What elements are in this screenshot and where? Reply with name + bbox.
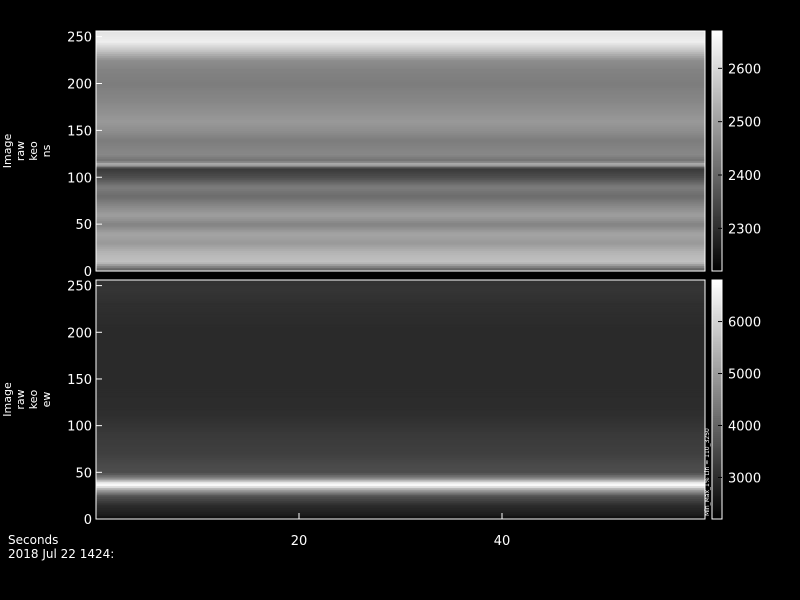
ns-y-label-line: Image: [1, 134, 14, 169]
ns-y-tick-label: 100: [67, 171, 92, 186]
ew-colorbar-tick-label: 5000: [728, 368, 761, 383]
ns-heatmap-image: [96, 31, 705, 272]
ew-y-tick-label: 150: [67, 373, 92, 388]
ns-y-tick-label: 200: [67, 78, 92, 93]
date-stamp: 2018 Jul 22 1424:: [8, 547, 114, 561]
ew-y-label-line: Image: [1, 382, 14, 417]
ns-colorbar-tick-label: 2600: [728, 62, 761, 77]
ew-y-label-line: raw: [14, 389, 27, 409]
ew-y-label-line: keo: [27, 389, 40, 409]
ew-colorbar-tick-label: 6000: [728, 316, 761, 331]
ew-colorbar-tick-label: 3000: [728, 471, 761, 486]
ns-y-label-line: raw: [14, 141, 27, 161]
ew-y-tick-label: 200: [67, 326, 92, 341]
ew-heatmap-image: [96, 280, 705, 520]
ns-colorbar-tick-label: 2300: [728, 222, 761, 237]
ns-y-tick-label: 0: [84, 265, 92, 280]
keogram-figure: 050100150200250 Image raw keo ns 2300240025…: [0, 0, 800, 600]
ns-colorbar-tick-label: 2500: [728, 116, 761, 131]
ew-keogram-panel: 0 50 100 150 200 250 Image raw keo ew 3000 4000 50…: [1, 279, 761, 549]
x-tick-label: 20: [291, 534, 308, 549]
ns-y-tick-label: 50: [75, 218, 92, 233]
ew-y-tick-label: 100: [67, 420, 92, 435]
ew-y-tick-label: 50: [75, 466, 92, 481]
ns-y-label-line: keo: [27, 141, 40, 161]
ns-colorbar-tick-label: 2400: [728, 169, 761, 184]
ew-y-tick-label: 250: [67, 280, 92, 295]
ew-y-label-line: ew: [40, 392, 53, 408]
ew-colorbar-tick-label: 4000: [728, 419, 761, 434]
ew-colorbar-side-label: Min_Max_1% Lin ≈ 110_3250: [704, 428, 711, 516]
ns-y-tick-label: 150: [67, 124, 92, 139]
ns-keogram-panel: 0 50 100 150 200 250 Image raw keo ns 2300 2400 25…: [1, 30, 761, 280]
ew-y-tick-label: 0: [84, 513, 92, 528]
ns-y-label-line: ns: [40, 144, 53, 157]
ns-y-tick-label: 250: [67, 31, 92, 46]
x-axis-title: Seconds: [8, 533, 58, 547]
x-tick-label: 40: [494, 534, 511, 549]
